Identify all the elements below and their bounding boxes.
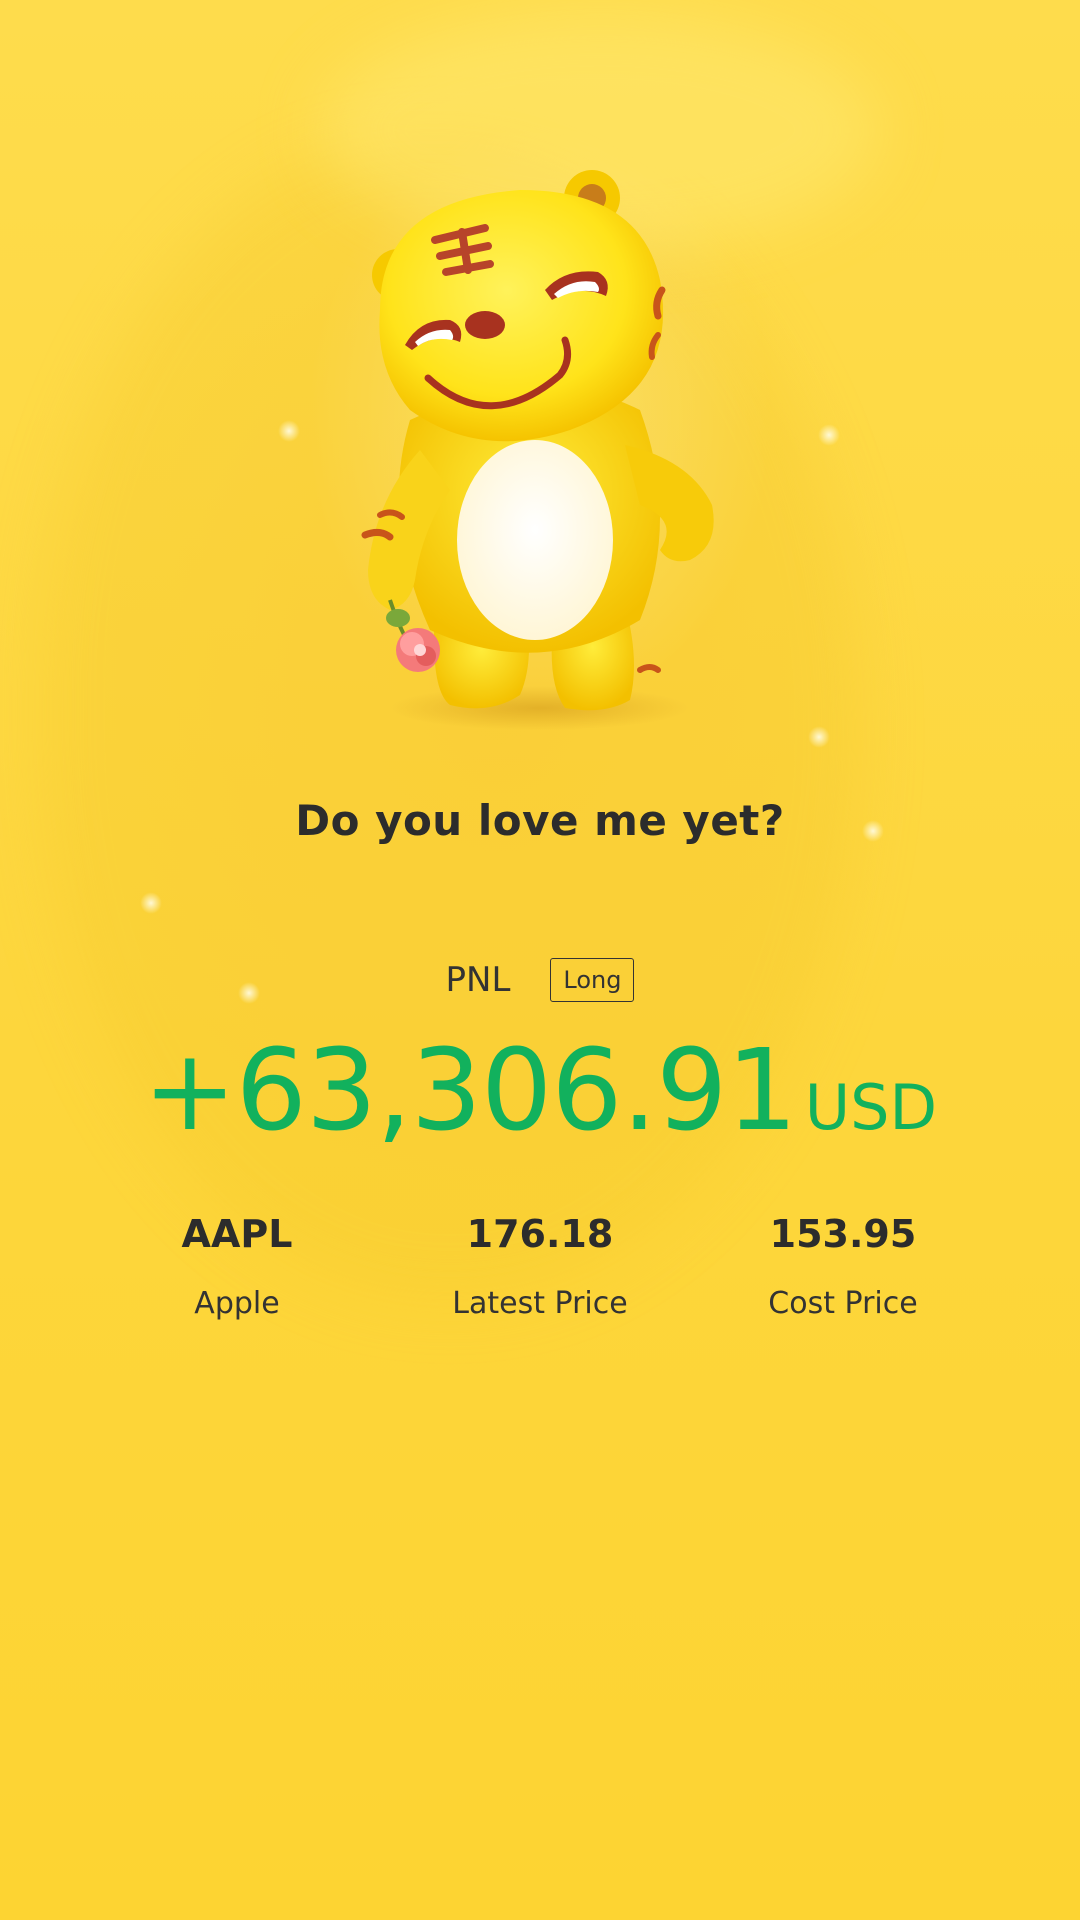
- stock-symbol: AAPL: [181, 1212, 293, 1256]
- pnl-currency: USD: [804, 1071, 938, 1144]
- position-type-badge: Long: [550, 958, 635, 1002]
- pnl-share-card: Do you love me yet? PNL Long +63,306.91 …: [0, 0, 1080, 1920]
- sparkle: [818, 424, 840, 446]
- cost-price-value: 153.95: [769, 1212, 917, 1256]
- latest-price-value: 176.18: [466, 1212, 614, 1256]
- stat-symbol: AAPL Apple: [87, 1212, 387, 1321]
- pnl-value: +63,306.91: [142, 1026, 798, 1156]
- stock-name: Apple: [194, 1286, 280, 1321]
- latest-price-label: Latest Price: [452, 1286, 628, 1321]
- sparkle: [140, 892, 162, 914]
- stat-latest-price: 176.18 Latest Price: [390, 1212, 690, 1321]
- tiger-mascot-icon: [361, 170, 714, 730]
- cost-price-label: Cost Price: [768, 1286, 918, 1321]
- sparkle: [808, 726, 830, 748]
- headline: Do you love me yet?: [295, 796, 785, 845]
- pnl-header: PNL Long: [0, 958, 1080, 1002]
- stat-cost-price: 153.95 Cost Price: [693, 1212, 993, 1321]
- pnl-amount: +63,306.91 USD: [0, 1026, 1080, 1156]
- sparkle: [278, 420, 300, 442]
- pnl-label: PNL: [445, 960, 511, 1000]
